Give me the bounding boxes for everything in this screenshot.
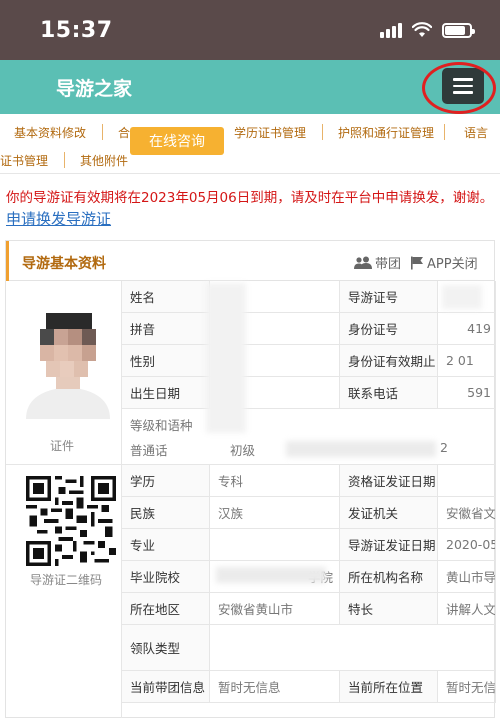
flag-icon (411, 256, 423, 269)
label-level-language: 等级和语种 (130, 417, 193, 433)
label-education: 学历 (122, 465, 210, 497)
label-gender: 性别 (122, 345, 210, 377)
value-phone: 591 (438, 377, 496, 409)
nav-separator (444, 124, 445, 140)
app-close-button[interactable]: APP关闭 (410, 253, 478, 272)
group-icon (354, 256, 372, 269)
app-header: 导游之家 (0, 60, 500, 114)
value-org: 黄山市导 (438, 561, 496, 593)
value-id-expiry: 2 01 (438, 345, 496, 377)
guide-info-card: 导游基本资料 带团 APP关闭 姓名 导游证号 拼音 身份证号 419 性别 身… (5, 240, 496, 718)
label-region: 所在地区 (122, 593, 210, 625)
nav-item-education[interactable]: 学历证书管理 (234, 124, 306, 141)
renew-license-link[interactable]: 申请换发导游证 (6, 210, 111, 228)
value-language-type: 普通话 (130, 442, 168, 458)
value-current-team: 暂时无信息 (210, 671, 340, 703)
nav-separator (64, 152, 65, 168)
value-education: 专科 (210, 465, 340, 497)
value-guide-cert-date: 2020-05 (438, 529, 496, 561)
value-id-no: 419 (438, 313, 496, 345)
status-bar: 15:37 (0, 0, 500, 60)
expiry-notice: 你的导游证有效期将在2023年05月06日到期，请及时在平台中申请换发，谢谢。 … (6, 188, 494, 231)
card-header: 导游基本资料 带团 APP关闭 (6, 241, 494, 281)
privacy-blur (206, 283, 246, 433)
privacy-blur (216, 567, 326, 583)
label-name: 姓名 (122, 281, 210, 313)
nav-item-language[interactable]: 语言 (464, 124, 488, 141)
nav-item-passport[interactable]: 护照和通行证管理 (338, 124, 434, 141)
label-id-no: 身份证号 (340, 313, 438, 345)
nav-item-contract[interactable]: 合 (118, 124, 130, 141)
qr-code[interactable] (26, 476, 116, 566)
app-close-label: APP关闭 (427, 257, 478, 272)
label-current-team: 当前带团信息 (122, 671, 210, 703)
wifi-icon (412, 22, 432, 37)
label-current-position: 当前所在位置 (340, 671, 438, 703)
nav-separator (102, 124, 103, 140)
label-birth-date: 出生日期 (122, 377, 210, 409)
value-major (210, 529, 340, 561)
value-language-extra: 2 (440, 439, 448, 455)
team-button[interactable]: 带团 (354, 253, 401, 272)
signal-icon (380, 22, 402, 38)
nav-item-certificates[interactable]: 证书管理 (0, 152, 48, 169)
team-label: 带团 (375, 257, 402, 272)
guide-photo (16, 299, 120, 419)
label-school: 毕业院校 (122, 561, 210, 593)
label-org: 所在机构名称 (340, 561, 438, 593)
label-phone: 联系电话 (340, 377, 438, 409)
qr-caption: 导游证二维码 (30, 573, 103, 587)
menu-icon-bar (453, 84, 473, 88)
label-guide-cert-date: 导游证发证日期 (340, 529, 438, 561)
label-guide-no: 导游证号 (340, 281, 438, 313)
label-major: 专业 (122, 529, 210, 561)
photo-caption: 证件 (50, 439, 75, 453)
privacy-blur (286, 441, 436, 457)
value-leader-type (210, 625, 496, 671)
menu-icon-bar (453, 91, 473, 94)
privacy-blur (442, 285, 482, 309)
label-leader-type: 领队类型 (122, 625, 210, 671)
card-accent-bar (6, 241, 9, 281)
value-specialty: 讲解人文 (438, 593, 496, 625)
menu-button[interactable] (442, 68, 484, 104)
value-region: 安徽省黄山市 (210, 593, 340, 625)
nav-separator (322, 124, 323, 140)
card-title: 导游基本资料 (22, 256, 106, 272)
label-issuer: 发证机关 (340, 497, 438, 529)
value-issuer: 安徽省文 (438, 497, 496, 529)
label-id-expiry: 身份证有效期止 (340, 345, 438, 377)
status-time: 15:37 (40, 18, 113, 43)
expiry-notice-text: 你的导游证有效期将在2023年05月06日到期，请及时在平台中申请换发，谢谢。 (6, 190, 494, 206)
online-consult-button[interactable]: 在线咨询 (130, 127, 224, 155)
value-cert-date (438, 465, 496, 497)
status-icons (380, 22, 475, 38)
value-current-position: 暂时无信 (438, 671, 496, 703)
menu-icon-bar (453, 78, 473, 81)
label-specialty: 特长 (340, 593, 438, 625)
nav-item-basic-info[interactable]: 基本资料修改 (14, 124, 86, 141)
label-nation: 民族 (122, 497, 210, 529)
value-nation: 汉族 (210, 497, 340, 529)
label-pinyin: 拼音 (122, 313, 210, 345)
label-cert-date: 资格证发证日期 (340, 465, 438, 497)
battery-icon (442, 22, 475, 38)
nav-item-attachments[interactable]: 其他附件 (80, 152, 128, 169)
app-title: 导游之家 (56, 78, 133, 100)
profile-nav: 基本资料修改 合 学历证书管理 护照和通行证管理 语言 证书管理 其他附件 (0, 114, 500, 174)
